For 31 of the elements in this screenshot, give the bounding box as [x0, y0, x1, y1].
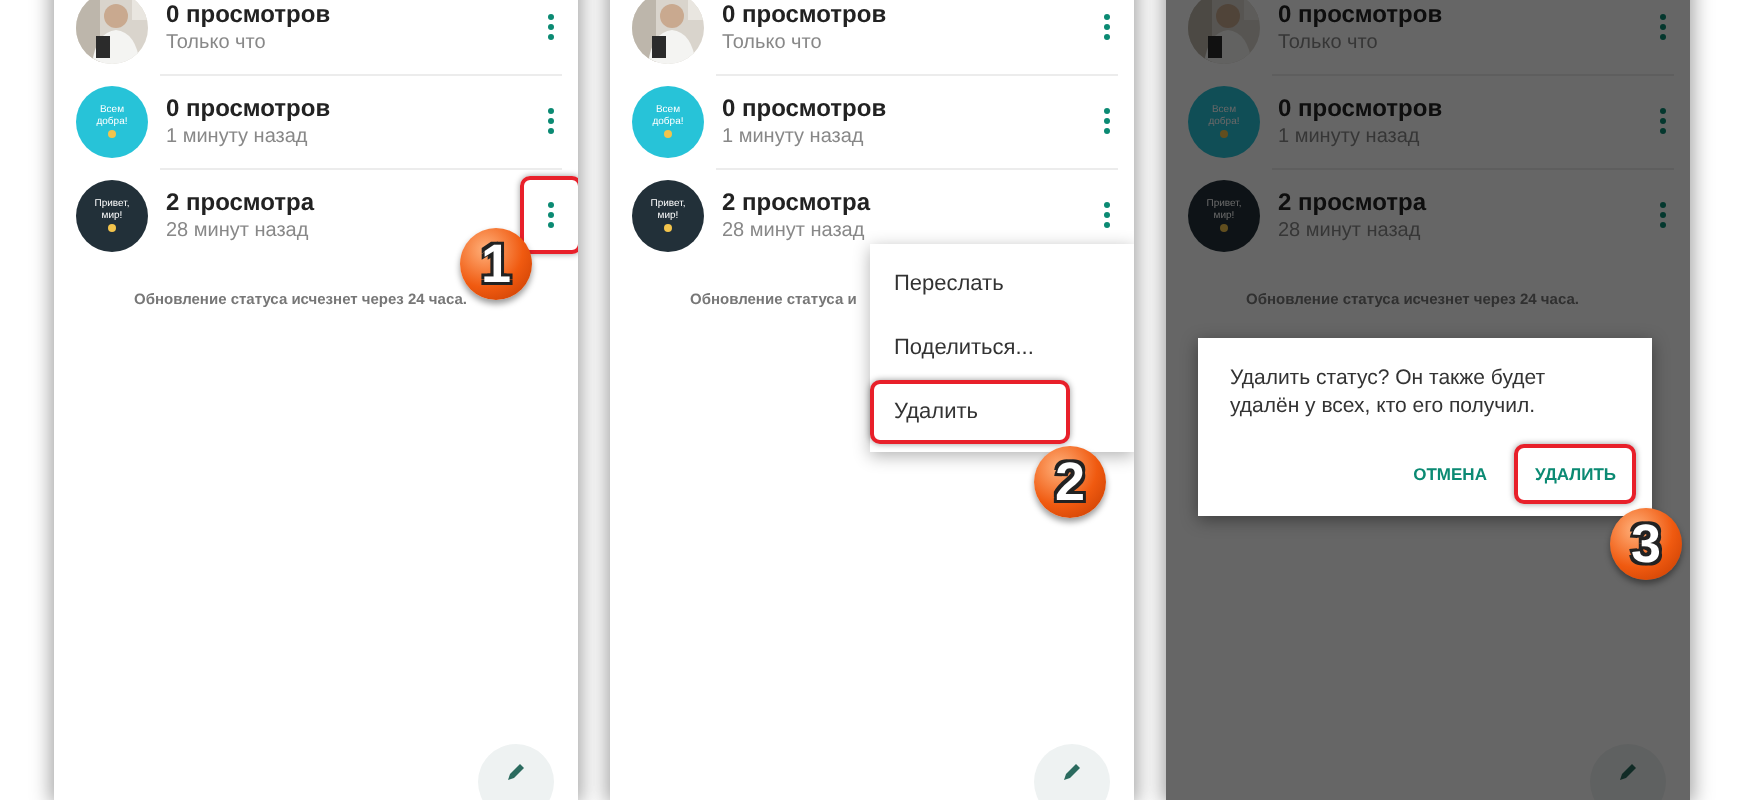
view-count: 0 просмотров — [166, 0, 333, 28]
view-count: 0 просмотров — [1278, 94, 1445, 122]
menu-item[interactable]: Поделиться... — [870, 316, 1134, 380]
emoji-icon — [1220, 130, 1228, 138]
emoji-icon — [108, 130, 116, 138]
dialog-message: Удалить статус? Он также будет удалён у всех, кто его получил. — [1230, 364, 1548, 421]
menu-item[interactable]: Переслать — [870, 252, 1134, 316]
edit-button[interactable] — [478, 744, 554, 800]
pencil-icon — [504, 760, 528, 784]
emoji-icon — [664, 224, 672, 232]
view-count: 0 просмотров — [722, 94, 889, 122]
view-count: 2 просмотра — [722, 188, 873, 216]
view-count: 0 просмотров — [166, 94, 333, 122]
view-count: 0 просмотров — [722, 0, 889, 28]
status-time: Только что — [722, 32, 824, 54]
emoji-icon — [108, 224, 116, 232]
pencil-icon — [1616, 760, 1640, 784]
edit-button[interactable] — [1034, 744, 1110, 800]
status-time: 1 минуту назад — [166, 126, 310, 148]
status-time: Только что — [166, 32, 268, 54]
view-count: 2 просмотра — [166, 188, 317, 216]
status-time: 28 минут назад — [722, 220, 867, 242]
status-time: 28 минут назад — [166, 220, 311, 242]
dialog-button[interactable]: УДАЛИТЬ — [1514, 444, 1636, 505]
menu-item[interactable]: Удалить — [870, 380, 1070, 444]
emoji-icon — [1220, 224, 1228, 232]
emoji-icon — [664, 130, 672, 138]
view-count: 0 просмотров — [1278, 0, 1445, 28]
status-time: 1 минуту назад — [722, 126, 866, 148]
view-count: 2 просмотра — [1278, 188, 1429, 216]
pencil-icon — [1060, 760, 1084, 784]
